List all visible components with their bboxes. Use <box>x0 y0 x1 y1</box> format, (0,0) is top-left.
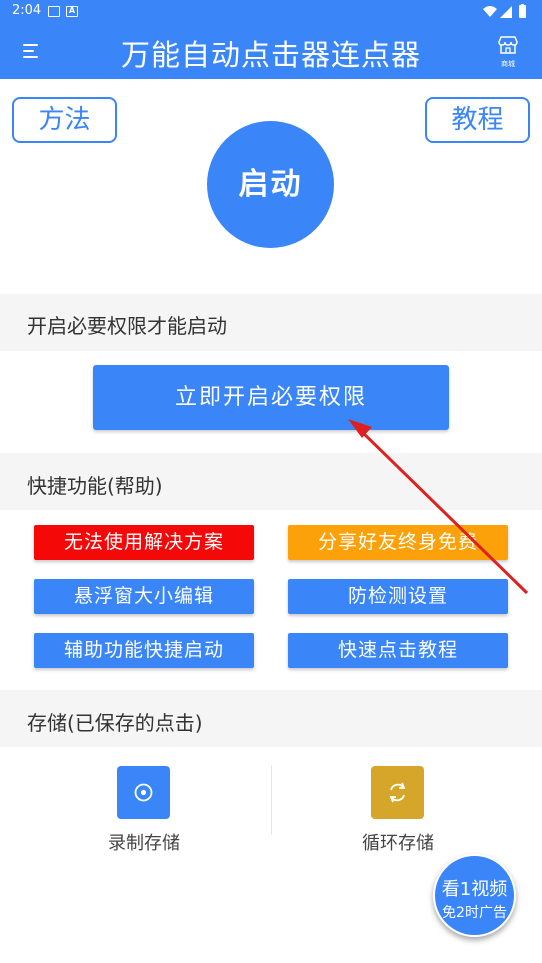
tutorial-button[interactable]: 教程 <box>425 97 530 143</box>
status-bar: 2:04 A <box>0 0 542 24</box>
battery-icon <box>519 5 526 18</box>
loop-icon <box>389 782 406 803</box>
shortcut-section-header: 快捷功能(帮助) <box>0 453 542 510</box>
store-button[interactable]: 商城 <box>496 36 520 68</box>
store-icon <box>498 36 518 54</box>
image-icon <box>48 6 60 17</box>
signal-icon <box>500 6 512 18</box>
permission-section-header: 开启必要权限才能启动 <box>0 294 542 351</box>
storage-section-title: 存储(已保存的点击) <box>27 711 203 735</box>
menu-button[interactable] <box>18 39 46 63</box>
app-title: 万能自动点击器连点器 <box>120 38 421 72</box>
wifi-icon <box>483 6 497 17</box>
loop-storage-tile[interactable] <box>371 766 424 819</box>
watch-video-fab[interactable]: 看1视频 免2时广告 <box>433 854 516 937</box>
share-friends-button[interactable]: 分享好友终身免费 <box>288 525 508 560</box>
status-time: 2:04 <box>12 3 42 18</box>
app-bar: 万能自动点击器连点器 商城 <box>0 24 542 79</box>
record-storage-label[interactable]: 录制存储 <box>64 829 224 855</box>
quick-click-tutorial-button[interactable]: 快速点击教程 <box>288 633 508 668</box>
a-icon: A <box>66 6 78 17</box>
anti-detection-settings-button[interactable]: 防检测设置 <box>288 579 508 614</box>
unusable-solution-button[interactable]: 无法使用解决方案 <box>34 525 254 560</box>
permission-section-title: 开启必要权限才能启动 <box>27 314 227 338</box>
storage-section-header: 存储(已保存的点击) <box>0 690 542 747</box>
float-window-size-button[interactable]: 悬浮窗大小编辑 <box>34 579 254 614</box>
loop-storage-label[interactable]: 循环存储 <box>318 829 478 855</box>
fab-line2: 免2时广告 <box>442 905 507 921</box>
fab-line1: 看1视频 <box>441 879 508 900</box>
menu-icon <box>23 44 38 46</box>
enable-permission-button[interactable]: 立即开启必要权限 <box>93 365 449 430</box>
start-button[interactable]: 启动 <box>207 121 334 248</box>
shortcut-section-title: 快捷功能(帮助) <box>27 474 163 498</box>
system-status-icons <box>483 4 526 18</box>
record-icon <box>134 783 153 802</box>
record-storage-tile[interactable] <box>117 766 170 819</box>
store-label: 商城 <box>501 60 515 68</box>
method-button[interactable]: 方法 <box>12 97 117 143</box>
accessibility-shortcut-button[interactable]: 辅助功能快捷启动 <box>34 633 254 668</box>
storage-divider <box>271 765 272 835</box>
